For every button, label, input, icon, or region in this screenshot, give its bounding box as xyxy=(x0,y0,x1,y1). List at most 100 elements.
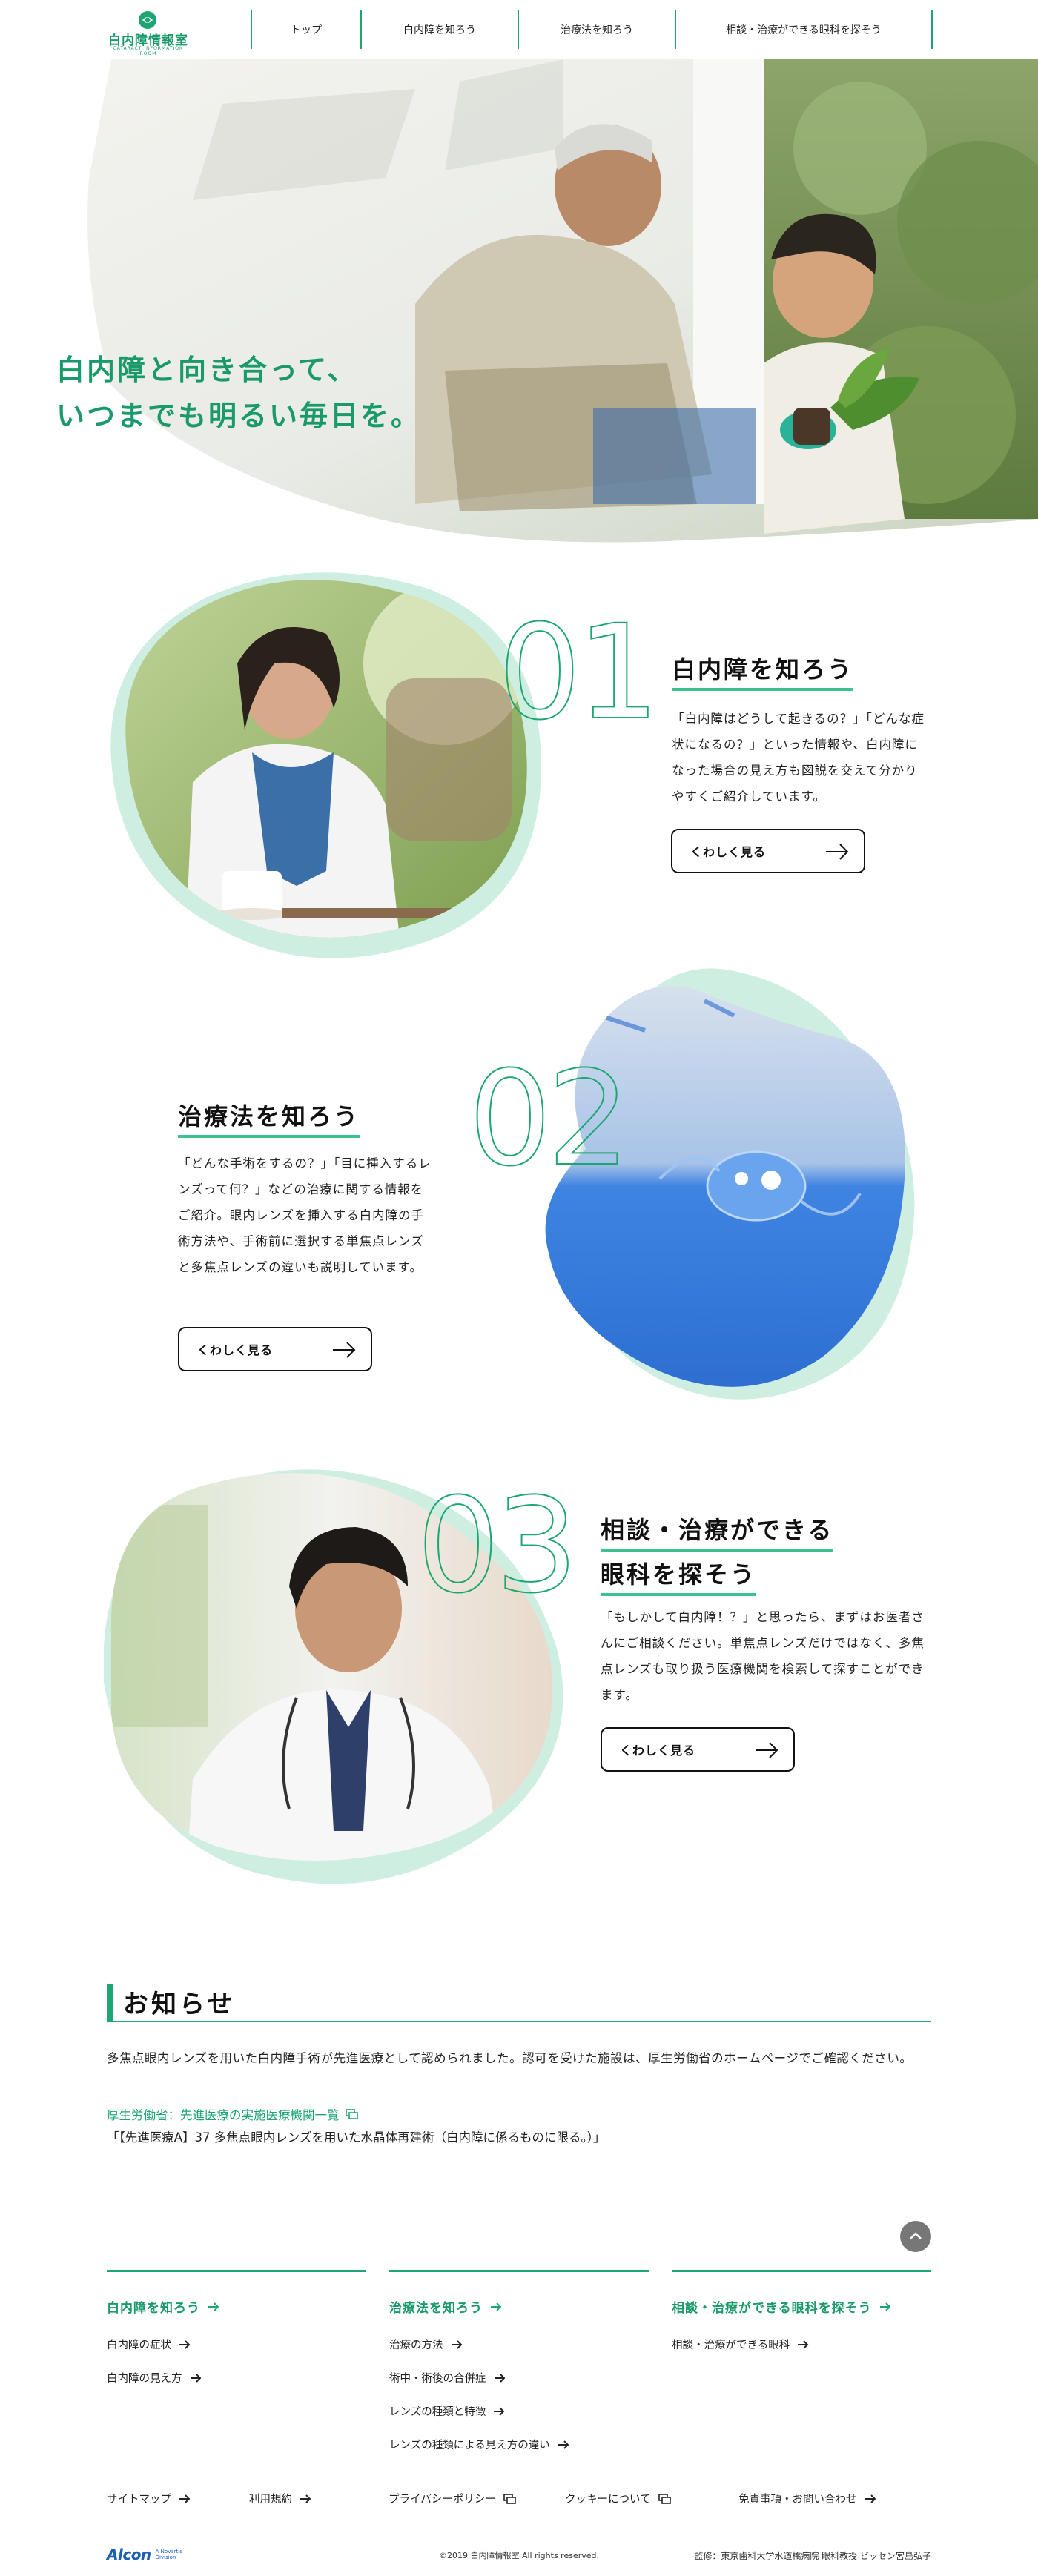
external-window-icon xyxy=(658,2493,671,2504)
section-title-find-clinic: 相談・治療ができる 眼科を探そう xyxy=(601,1508,834,1597)
nav-item-know-cataract[interactable]: 白内障を知ろう xyxy=(360,10,518,49)
news-heading: お知らせ xyxy=(107,1981,931,2022)
footer-list: 治療の方法 術中・術後の合併症 レンズの種類と特徴 レンズの種類による見え方の違… xyxy=(389,2328,649,2461)
arrow-right-icon xyxy=(179,2340,191,2349)
woman-photo xyxy=(110,572,542,958)
site-logo[interactable]: 白内障情報室 CATARACT INFORMATION ROOM xyxy=(104,9,193,56)
section-number-02: 02 xyxy=(468,1043,631,1195)
section-number-01: 01 xyxy=(497,597,661,749)
footer-link-symptoms[interactable]: 白内障の症状 xyxy=(107,2328,366,2361)
link-label: 免責事項・お問い合わせ xyxy=(738,2494,857,2506)
more-button-label: くわしく見る xyxy=(620,1744,696,1758)
footer-heading-find-clinic[interactable]: 相談・治療ができる眼科を探そう xyxy=(672,2297,931,2316)
hero-photo xyxy=(87,59,1038,543)
arrow-right-icon xyxy=(451,2340,462,2349)
hero-copy-line1: 白内障と向き合って、 xyxy=(56,353,358,386)
news-link-mhlw[interactable]: 厚生労働省：先進医療の実施医療機関一覧 xyxy=(107,2105,359,2123)
utility-links: サイトマップ 利用規約 プライバシーポリシー クッキーについて 免責事項・お問い… xyxy=(107,2485,931,2512)
section-description: 「もしかして白内障！？」と思ったら、まずはお医者さんにご相談ください。単焦点レン… xyxy=(601,1610,925,1702)
news-text: 多焦点眼内レンズを用いた白内障手術が先進医療として認められました。認可を受けた施… xyxy=(107,2051,913,2065)
footer-link-label: 治療の方法 xyxy=(389,2340,443,2351)
arrow-right-icon xyxy=(300,2494,311,2503)
link-privacy-policy[interactable]: プライバシーポリシー xyxy=(389,2491,517,2506)
arrow-right-icon xyxy=(558,2440,569,2449)
arrow-right-icon xyxy=(756,1742,778,1758)
section-title-line2: 眼科を探そう xyxy=(601,1556,757,1596)
footer-link-clinics[interactable]: 相談・治療ができる眼科 xyxy=(672,2328,931,2361)
link-sitemap[interactable]: サイトマップ xyxy=(107,2491,191,2506)
footer-link-label: 相談・治療ができる眼科 xyxy=(672,2340,790,2351)
arrow-right-icon xyxy=(494,2373,505,2383)
link-cookies[interactable]: クッキーについて xyxy=(565,2491,672,2506)
news-note: 「【先進医療A】37 多焦点眼内レンズを用いた水晶体再建術（白内障に係るものに限… xyxy=(107,2130,606,2145)
footer-heading-know-cataract[interactable]: 白内障を知ろう xyxy=(107,2297,366,2316)
arrow-right-icon xyxy=(333,1342,356,1358)
section-number-03: 03 xyxy=(416,1470,579,1622)
link-terms[interactable]: 利用規約 xyxy=(249,2491,311,2506)
section-description: 「どんな手術をするの？」「目に挿入するレンズって何？」などの治療に関する情報をご… xyxy=(178,1156,432,1274)
footer-list: 白内障の症状 白内障の見え方 xyxy=(107,2328,366,2394)
footer-heading-label: 治療法を知ろう xyxy=(389,2301,483,2316)
link-disclaimer-contact[interactable]: 免責事項・お問い合わせ xyxy=(738,2491,876,2506)
nav-item-find-clinic[interactable]: 相談・治療ができる眼科を探そう xyxy=(675,10,933,49)
more-button-know-cataract[interactable]: くわしく見る xyxy=(671,829,865,873)
footer-link-visibility[interactable]: 白内障の見え方 xyxy=(107,2361,366,2394)
arrow-right-icon xyxy=(826,844,849,860)
section-title-line1: 相談・治療ができる xyxy=(601,1512,834,1552)
footer-link-lens-types[interactable]: レンズの種類と特徴 xyxy=(389,2394,649,2428)
news-heading-bar xyxy=(107,1984,113,2021)
footer-link-label: レンズの種類と特徴 xyxy=(389,2406,486,2418)
hero-catchcopy: 白内障と向き合って、 いつまでも明るい毎日を。 xyxy=(56,347,421,439)
nav-item-top[interactable]: トップ xyxy=(251,10,360,49)
footer-link-label: 白内障の症状 xyxy=(107,2340,171,2351)
footer-col-know-cataract: 白内障を知ろう 白内障の症状 白内障の見え方 xyxy=(107,2270,366,2394)
page-top-button[interactable] xyxy=(900,2221,931,2252)
copyright-bar: Alcon A Novartis Division ©2019 白内障情報室 A… xyxy=(0,2529,1038,2576)
copyright-text: ©2019 白内障情報室 All rights reserved. xyxy=(438,2551,600,2560)
footer-col-find-clinic: 相談・治療ができる眼科を探そう 相談・治療ができる眼科 xyxy=(672,2270,931,2361)
alcon-logo[interactable]: Alcon A Novartis Division xyxy=(107,2546,197,2563)
logo-subtext: CATARACT INFORMATION ROOM xyxy=(113,46,184,56)
global-nav: トップ 白内障を知ろう 治療法を知ろう 相談・治療ができる眼科を探そう xyxy=(251,10,933,49)
arrow-right-icon xyxy=(798,2340,809,2349)
footer-link-label: レンズの種類による見え方の違い xyxy=(389,2440,550,2451)
site-header: 白内障情報室 CATARACT INFORMATION ROOM トップ 白内障… xyxy=(0,0,1038,59)
section-title-know-cataract: 白内障を知ろう xyxy=(672,647,854,692)
chevron-up-icon xyxy=(910,2232,922,2239)
footer-heading-label: 白内障を知ろう xyxy=(107,2301,200,2316)
arrow-right-icon xyxy=(879,2302,891,2311)
news-link-label: 厚生労働省：先進医療の実施医療機関一覧 xyxy=(107,2108,340,2122)
news-title: お知らせ xyxy=(123,1990,236,2019)
nav-item-know-treatment[interactable]: 治療法を知ろう xyxy=(518,10,675,49)
hero: 白内障と向き合って、 いつまでも明るい毎日を。 xyxy=(0,59,1038,549)
footer-link-label: 術中・術後の合併症 xyxy=(389,2373,486,2385)
supervision-text: 監修：東京歯科大学水道橋病院 眼科教授 ビッセン宮島弘子 xyxy=(694,2551,931,2561)
arrow-right-icon xyxy=(494,2406,505,2416)
eye-logo-icon xyxy=(139,11,156,29)
section-title-text: 治療法を知ろう xyxy=(178,1098,360,1138)
footer-list: 相談・治療ができる眼科 xyxy=(672,2328,931,2361)
more-button-find-clinic[interactable]: くわしく見る xyxy=(601,1727,795,1772)
footer-heading-know-treatment[interactable]: 治療法を知ろう xyxy=(389,2297,649,2316)
arrow-right-icon xyxy=(179,2494,191,2503)
arrow-right-icon xyxy=(190,2373,201,2383)
external-window-icon xyxy=(503,2493,516,2504)
more-button-label: くわしく見る xyxy=(197,1343,274,1357)
more-button-label: くわしく見る xyxy=(690,845,767,859)
footer-heading-label: 相談・治療ができる眼科を探そう xyxy=(672,2301,872,2316)
footer-link-label: 白内障の見え方 xyxy=(107,2373,182,2385)
section-description: 「白内障はどうして起きるの？」「どんな症状になるの？」といった情報や、白内障にな… xyxy=(672,712,925,804)
link-label: プライバシーポリシー xyxy=(389,2494,496,2506)
section-title-text: 白内障を知ろう xyxy=(672,651,854,691)
more-button-know-treatment[interactable]: くわしく見る xyxy=(178,1327,372,1371)
footer-col-know-treatment: 治療法を知ろう 治療の方法 術中・術後の合併症 レンズの種類と特徴 レンズの種類… xyxy=(389,2270,649,2461)
footer-link-complications[interactable]: 術中・術後の合併症 xyxy=(389,2361,649,2394)
arrow-right-icon xyxy=(491,2302,502,2311)
external-window-icon xyxy=(345,2109,358,2119)
alcon-logo-text: Alcon xyxy=(107,2546,151,2563)
link-label: サイトマップ xyxy=(107,2494,171,2506)
footer-link-treatment-method[interactable]: 治療の方法 xyxy=(389,2328,649,2361)
footer-link-lens-differences[interactable]: レンズの種類による見え方の違い xyxy=(389,2428,649,2461)
alcon-logo-subtext: A Novartis Division xyxy=(155,2549,182,2560)
link-label: 利用規約 xyxy=(249,2494,292,2506)
